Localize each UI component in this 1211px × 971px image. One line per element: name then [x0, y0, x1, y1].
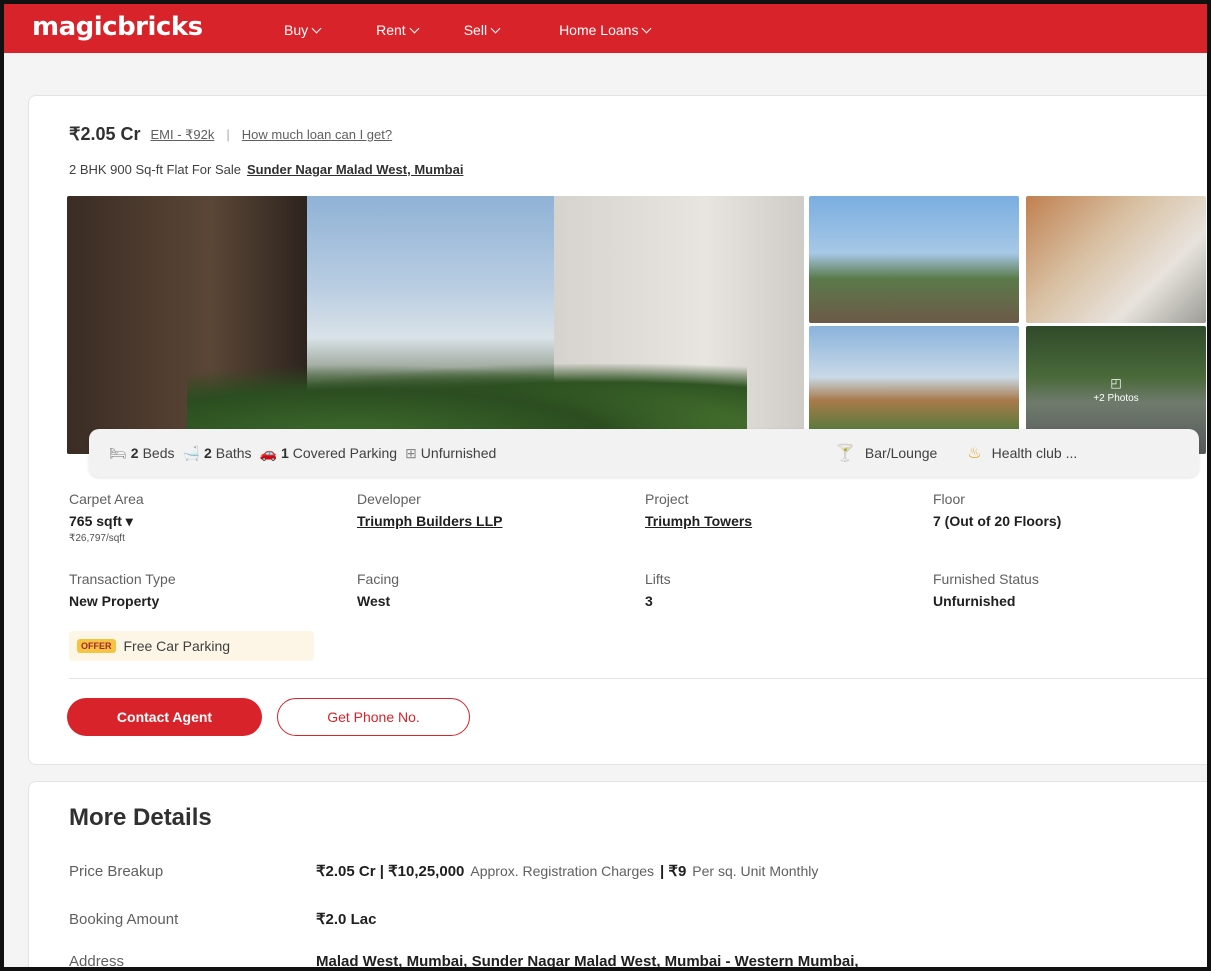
price: ₹2.05 Cr	[69, 124, 141, 144]
address-row: Address Malad West, Mumbai, Sunder Nagar…	[69, 953, 859, 970]
detail-transaction-type: Transaction Type New Property	[69, 571, 176, 609]
detail-label: Furnished Status	[933, 571, 1039, 587]
location-link[interactable]: Sunder Nagar Malad West, Mumbai	[247, 162, 463, 177]
project-link[interactable]: Triumph Towers	[645, 513, 752, 529]
nav-rent[interactable]: Rent	[376, 22, 420, 38]
feature-beds: 🛏 2 Beds	[109, 445, 175, 462]
baths-label: Baths	[215, 445, 252, 461]
parking-count: 1	[280, 445, 289, 461]
detail-project: Project Triumph Towers	[645, 491, 752, 529]
detail-label: Developer	[357, 491, 421, 507]
beds-label: Beds	[142, 445, 175, 461]
detail-lifts: Lifts 3	[645, 571, 671, 609]
maintenance-value: | ₹9	[660, 863, 687, 880]
detail-label: Project	[645, 491, 689, 507]
detail-label: Lifts	[645, 571, 671, 587]
offer-text: Free Car Parking	[123, 638, 231, 654]
property-summary: 2 BHK 900 Sq-ft Flat For Sale	[69, 162, 241, 177]
booking-value: ₹2.0 Lac	[316, 911, 377, 928]
nav-home-loans[interactable]: Home Loans	[559, 22, 652, 38]
registration-note: Approx. Registration Charges	[470, 863, 655, 879]
features-strip: 🛏 2 Beds 🛁 2 Baths 🚗 1 Covered Parking ⊞ Un…	[89, 429, 1199, 477]
property-subtitle: 2 BHK 900 Sq-ft Flat For Sale Sunder Naga…	[69, 162, 463, 177]
more-details-card: More Details Price Breakup ₹2.05 Cr | ₹1…	[28, 781, 1211, 971]
nav-buy[interactable]: Buy	[284, 22, 322, 38]
chevron-down-icon	[311, 23, 322, 33]
row-label: Price Breakup	[69, 863, 164, 880]
beds-count: 2	[130, 445, 139, 461]
photos-icon: ◰	[1110, 376, 1122, 390]
chevron-down-icon	[490, 23, 501, 33]
price-breakup-row: Price Breakup ₹2.05 Cr | ₹10,25,000 Appr…	[69, 862, 824, 880]
thumbnail-photo-2[interactable]	[1026, 196, 1206, 323]
price-line: ₹2.05 Cr EMI - ₹92k | How much loan can …	[69, 124, 392, 145]
chevron-down-icon	[642, 23, 652, 33]
more-photos-label: +2 Photos	[1093, 393, 1139, 404]
amenity-bar-lounge: 🍸 Bar/Lounge	[835, 443, 937, 463]
magicbricks-logo[interactable]: magicbricks	[32, 12, 203, 42]
nav-sell-label: Sell	[463, 22, 488, 38]
health-club-icon: ♨	[967, 445, 982, 462]
detail-floor: Floor 7 (Out of 20 Floors)	[933, 491, 1061, 529]
get-phone-button[interactable]: Get Phone No.	[277, 698, 470, 736]
carpet-area-dropdown[interactable]: 765 sqft ▾	[69, 513, 144, 530]
detail-furnished-status: Furnished Status Unfurnished	[933, 571, 1039, 609]
amenity-label: Bar/Lounge	[864, 445, 938, 461]
nav-home-loans-label: Home Loans	[559, 22, 639, 38]
detail-value: West	[357, 593, 391, 609]
parking-label: Covered Parking	[292, 445, 398, 461]
feature-baths: 🛁 2 Baths	[183, 445, 252, 462]
amenity-label: Health club ...	[991, 445, 1078, 461]
baths-count: 2	[203, 445, 212, 461]
detail-value: 7 (Out of 20 Floors)	[933, 513, 1062, 529]
detail-value: New Property	[69, 593, 160, 609]
detail-label: Floor	[933, 491, 965, 507]
thumbnail-photo-1[interactable]	[809, 196, 1019, 323]
amenities-group: 🍸 Bar/Lounge ♨ Health club ...	[835, 429, 1107, 477]
offer-tag: OFFER	[77, 639, 116, 653]
loan-link[interactable]: How much loan can I get?	[242, 127, 392, 142]
emi-link[interactable]: EMI - ₹92k	[151, 127, 215, 143]
divider	[69, 678, 1211, 679]
booking-amount-row: Booking Amount ₹2.0 Lac	[69, 910, 376, 928]
furniture-icon: ⊞	[405, 444, 417, 461]
furnishing-label: Unfurnished	[420, 445, 497, 461]
detail-carpet-area: Carpet Area 765 sqft ▾ ₹26,797/sqft	[69, 491, 144, 544]
row-label: Booking Amount	[69, 911, 179, 928]
nav-buy-label: Buy	[284, 22, 309, 38]
detail-value: 3	[645, 593, 653, 609]
detail-label: Facing	[357, 571, 400, 587]
detail-value: Unfurnished	[933, 593, 1016, 609]
detail-developer: Developer Triumph Builders LLP	[357, 491, 502, 529]
address-value: Malad West, Mumbai, Sunder Nagar Malad W…	[316, 953, 859, 970]
price-per-sqft: ₹26,797/sqft	[69, 533, 125, 544]
row-label: Address	[69, 953, 125, 970]
main-photo[interactable]	[67, 196, 804, 454]
feature-furnishing: ⊞ Unfurnished	[405, 445, 496, 462]
nav-rent-label: Rent	[376, 22, 406, 38]
chevron-down-icon	[409, 23, 420, 33]
price-breakup-value: ₹2.05 Cr | ₹10,25,000	[316, 863, 465, 880]
more-photos-overlay[interactable]: ◰ +2 Photos	[1026, 376, 1206, 404]
more-details-title: More Details	[69, 804, 212, 831]
detail-facing: Facing West	[357, 571, 399, 609]
feature-parking: 🚗 1 Covered Parking	[260, 445, 398, 462]
amenity-health-club[interactable]: ♨ Health club ...	[967, 443, 1077, 463]
property-card: ₹2.05 Cr EMI - ₹92k | How much loan can …	[28, 95, 1211, 765]
car-icon: 🚗	[259, 444, 277, 461]
detail-label: Carpet Area	[69, 491, 144, 507]
contact-agent-button[interactable]: Contact Agent	[67, 698, 262, 736]
developer-link[interactable]: Triumph Builders LLP	[357, 513, 502, 529]
main-nav: Buy Rent Sell Home Loans	[284, 22, 652, 38]
detail-label: Transaction Type	[69, 571, 176, 587]
offer-banner: OFFER Free Car Parking	[69, 631, 314, 661]
nav-sell[interactable]: Sell	[463, 22, 501, 38]
bath-icon: 🛁	[182, 444, 200, 461]
maintenance-note: Per sq. Unit Monthly	[692, 863, 819, 879]
separator: |	[226, 127, 230, 142]
bar-icon: 🍸	[835, 445, 855, 462]
top-navbar: magicbricks Buy Rent Sell Home Loans	[0, 0, 1211, 53]
bed-icon: 🛏	[109, 444, 127, 461]
